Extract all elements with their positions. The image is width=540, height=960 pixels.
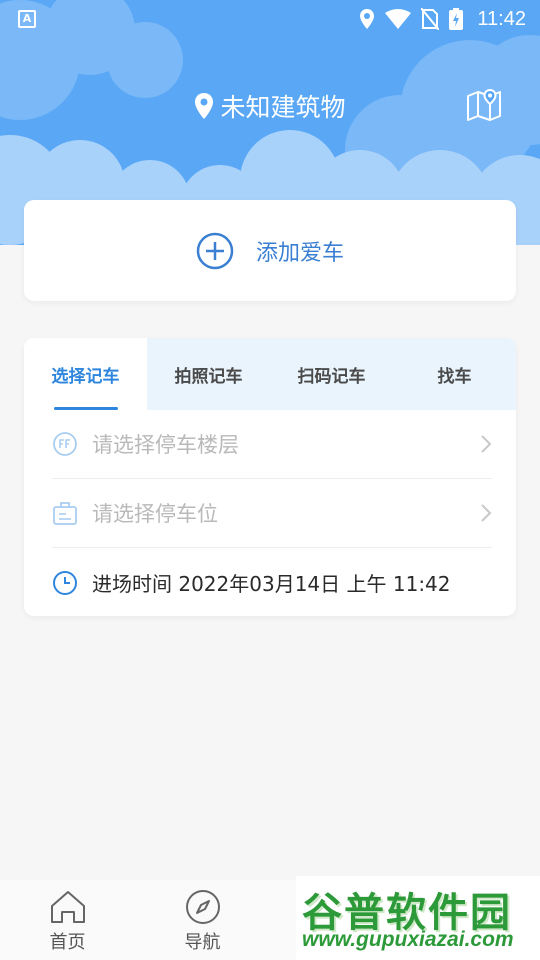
parking-spot-icon — [53, 502, 77, 525]
tab-label: 扫码记车 — [297, 366, 366, 387]
battery-charging-icon — [449, 8, 464, 30]
app-notification-icon: A — [18, 10, 36, 28]
location-pin-icon — [195, 93, 214, 119]
nav-item-home[interactable]: 首页 — [0, 880, 135, 960]
tab-select-record[interactable]: 选择记车 — [24, 338, 147, 410]
tab-label: 拍照记车 — [174, 366, 243, 387]
location-status-icon — [360, 9, 375, 29]
parking-tabs: 选择记车 拍照记车 扫码记车 找车 — [24, 338, 516, 410]
status-bar: A 11:42 — [0, 0, 540, 38]
parking-record-card: 选择记车 拍照记车 扫码记车 找车 请选择停车楼层 请选择停车位 进场时间 20… — [24, 338, 516, 616]
clock-icon — [53, 570, 77, 595]
tab-scan-record[interactable]: 扫码记车 — [270, 338, 393, 410]
wifi-icon — [385, 9, 412, 29]
status-time: 11:42 — [477, 7, 526, 30]
location-selector[interactable]: 未知建筑物 — [0, 88, 540, 124]
add-car-label: 添加爱车 — [255, 240, 344, 266]
location-name: 未知建筑物 — [220, 93, 346, 122]
floor-icon — [53, 432, 77, 456]
nav-label: 首页 — [49, 932, 86, 953]
entry-time: 进场时间 2022年03月14日 上午 11:42 — [92, 572, 451, 596]
compass-icon — [185, 890, 220, 924]
spot-placeholder: 请选择停车位 — [92, 502, 218, 526]
chevron-right-icon — [481, 435, 492, 453]
tab-label: 选择记车 — [51, 366, 120, 387]
floor-select-row[interactable]: 请选择停车楼层 — [52, 410, 492, 479]
nav-item-navigation[interactable]: 导航 — [135, 880, 270, 960]
tab-label: 找车 — [437, 366, 472, 387]
nav-label: 导航 — [184, 932, 221, 953]
entry-time-row: 进场时间 2022年03月14日 上午 11:42 — [52, 548, 492, 616]
watermark-url: www.gupuxiazai.com — [302, 928, 514, 951]
tab-find-car[interactable]: 找车 — [393, 338, 516, 410]
spot-select-row[interactable]: 请选择停车位 — [52, 479, 492, 548]
watermark: 谷普软件园 www.gupuxiazai.com — [296, 876, 540, 960]
no-sim-icon — [421, 8, 440, 30]
floor-placeholder: 请选择停车楼层 — [92, 433, 239, 457]
tab-photo-record[interactable]: 拍照记车 — [147, 338, 270, 410]
map-icon[interactable] — [466, 88, 502, 122]
add-circle-icon — [196, 232, 234, 269]
add-car-button[interactable]: 添加爱车 — [24, 200, 516, 301]
chevron-right-icon — [481, 504, 492, 522]
home-icon — [50, 891, 85, 923]
